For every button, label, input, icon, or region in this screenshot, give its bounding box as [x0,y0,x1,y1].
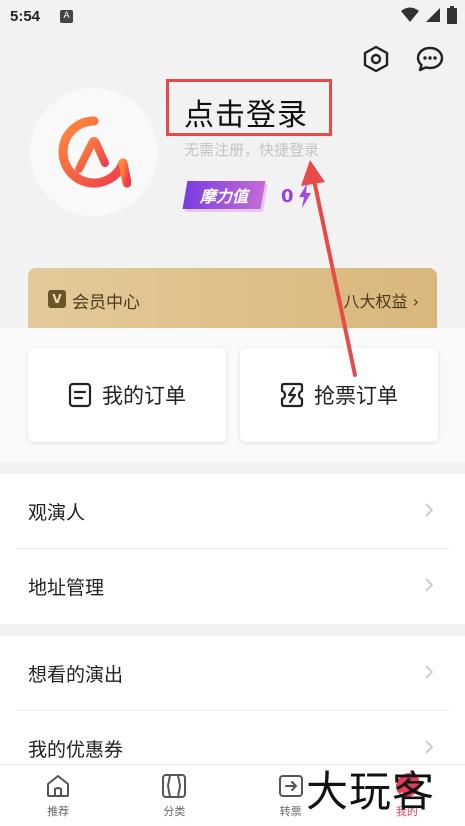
status-bar: 5:54 A [0,0,465,32]
list-item-address[interactable]: 地址管理 [0,549,465,624]
chat-bubble-icon [416,46,444,72]
login-subtitle: 无需注册，快捷登录 [184,141,320,159]
list-item-label: 想看的演出 [28,664,124,686]
list-item-wishlist[interactable]: 想看的演出 [0,636,465,711]
moli-label: 摩力值 [199,187,248,206]
status-indicators [401,6,457,24]
vip-title: 会员中心 [72,293,140,313]
tab-category[interactable]: 分类 [116,765,232,826]
lightning-icon [299,184,311,208]
settings-button[interactable] [361,44,391,74]
moli-badge[interactable]: 摩力值 [182,181,266,209]
message-button[interactable] [415,44,445,74]
tab-label: 转票 [279,805,302,818]
grab-orders-label: 抢票订单 [314,384,398,408]
transfer-icon [278,775,303,797]
hexagon-gear-icon [363,45,389,73]
chevron-right-icon [425,740,433,754]
category-icon [162,774,187,798]
list-group-shows: 想看的演出 我的优惠券 [0,636,465,766]
list-item-viewers[interactable]: 观演人 [0,474,465,549]
tab-label: 分类 [163,805,186,818]
ticket-bolt-icon [280,382,304,408]
tab-recommend[interactable]: 推荐 [0,765,116,826]
watermark-text: 大玩客 [306,767,436,816]
vip-benefits-link[interactable]: 八大权益 › [344,288,420,312]
header-actions [361,44,445,74]
moli-value: 0 [281,186,294,207]
vip-icon: V [48,290,66,308]
list-group-people: 观演人 地址管理 [0,474,465,624]
list-item-label: 我的优惠券 [28,739,124,761]
battery-icon [447,6,457,24]
vip-center-card[interactable]: V 会员中心 八大权益 › [28,268,437,332]
avatar[interactable] [30,88,158,216]
order-list-icon [68,382,92,408]
my-orders-button[interactable]: 我的订单 [28,348,226,442]
status-time: 5:54 [10,7,41,25]
home-icon [47,775,70,797]
list-item-label: 地址管理 [28,577,105,599]
signal-icon [426,8,440,22]
chevron-right-icon [425,665,433,679]
chevron-right-icon [425,503,433,517]
app-logo-icon [58,116,131,188]
wifi-icon [401,7,419,22]
tab-label: 推荐 [47,805,70,818]
orders-panel: 我的订单 抢票订单 [0,328,465,462]
chevron-right-icon [425,578,433,592]
login-button[interactable]: 点击登录 [184,90,308,134]
notification-icon: A [60,9,74,23]
list-item-label: 观演人 [28,502,86,524]
my-orders-label: 我的订单 [102,384,186,408]
grab-orders-button[interactable]: 抢票订单 [240,348,438,442]
